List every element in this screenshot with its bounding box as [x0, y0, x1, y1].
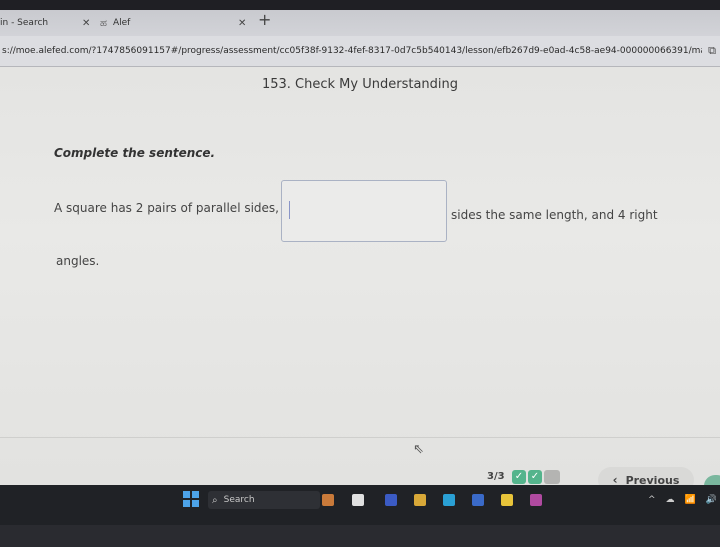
folder-icon[interactable] [414, 494, 426, 506]
tray-overflow-icon[interactable]: ^ [648, 495, 656, 505]
app-icon[interactable] [530, 494, 542, 506]
progress-dot-complete[interactable]: ✓ [528, 470, 542, 484]
close-icon[interactable]: ✕ [238, 18, 246, 29]
sentence-middle-text: sides the same length, and 4 right [451, 208, 658, 222]
wifi-icon[interactable]: 📶 [685, 495, 696, 505]
search-icon: ⌕ [212, 494, 218, 506]
volume-icon[interactable]: 🔊 [706, 495, 717, 505]
text-caret [289, 201, 290, 219]
store-icon[interactable] [472, 494, 484, 506]
game-icon[interactable] [322, 494, 334, 506]
mouse-pointer-icon: ⇖ [413, 442, 424, 457]
question-instruction: Complete the sentence. [54, 146, 216, 160]
answer-input[interactable] [281, 180, 447, 242]
app-icon[interactable] [385, 494, 397, 506]
address-bar[interactable]: s://moe.alefed.com/?1747856091157#/progr… [0, 36, 720, 67]
edge-icon[interactable] [443, 494, 455, 506]
alef-favicon-icon: ಹ [100, 17, 107, 29]
footer-divider [0, 437, 720, 438]
progress-count: 3/3 [487, 471, 505, 482]
lesson-page: 153. Check My Understanding Complete the… [0, 67, 720, 497]
new-tab-button[interactable]: + [258, 10, 271, 29]
progress-dot-complete[interactable]: ✓ [512, 470, 526, 484]
browser-tab-strip: in - Search ✕ ಹ Alef ✕ + [0, 0, 720, 36]
chrome-icon[interactable] [501, 494, 513, 506]
cloud-icon[interactable]: ☁ [666, 495, 675, 505]
bookmark-icon[interactable]: ⧉ [708, 44, 716, 58]
sentence-end-text: angles. [56, 254, 100, 268]
tab-search[interactable]: in - Search ✕ [0, 12, 100, 34]
tab-label: in - Search [0, 18, 49, 28]
tab-label: Alef [112, 18, 131, 28]
page-title: 153. Check My Understanding [261, 77, 459, 92]
windows-taskbar: ⌕ Search ^ ☁ 📶 🔊 [0, 485, 720, 525]
taskbar-lower-strip [0, 525, 720, 547]
app-icon[interactable] [352, 494, 364, 506]
system-tray: ^ ☁ 📶 🔊 [648, 495, 717, 505]
progress-dot-current[interactable] [544, 470, 560, 484]
url-text[interactable]: s://moe.alefed.com/?1747856091157#/progr… [0, 46, 702, 56]
windows-start-icon[interactable] [183, 491, 199, 507]
taskbar-search-label: Search [223, 495, 255, 505]
taskbar-search-input[interactable]: ⌕ Search [208, 491, 320, 509]
close-icon[interactable]: ✕ [82, 18, 90, 29]
sentence-start-text: A square has 2 pairs of parallel sides, [54, 201, 279, 215]
tab-alef[interactable]: ಹ Alef ✕ [100, 12, 250, 34]
